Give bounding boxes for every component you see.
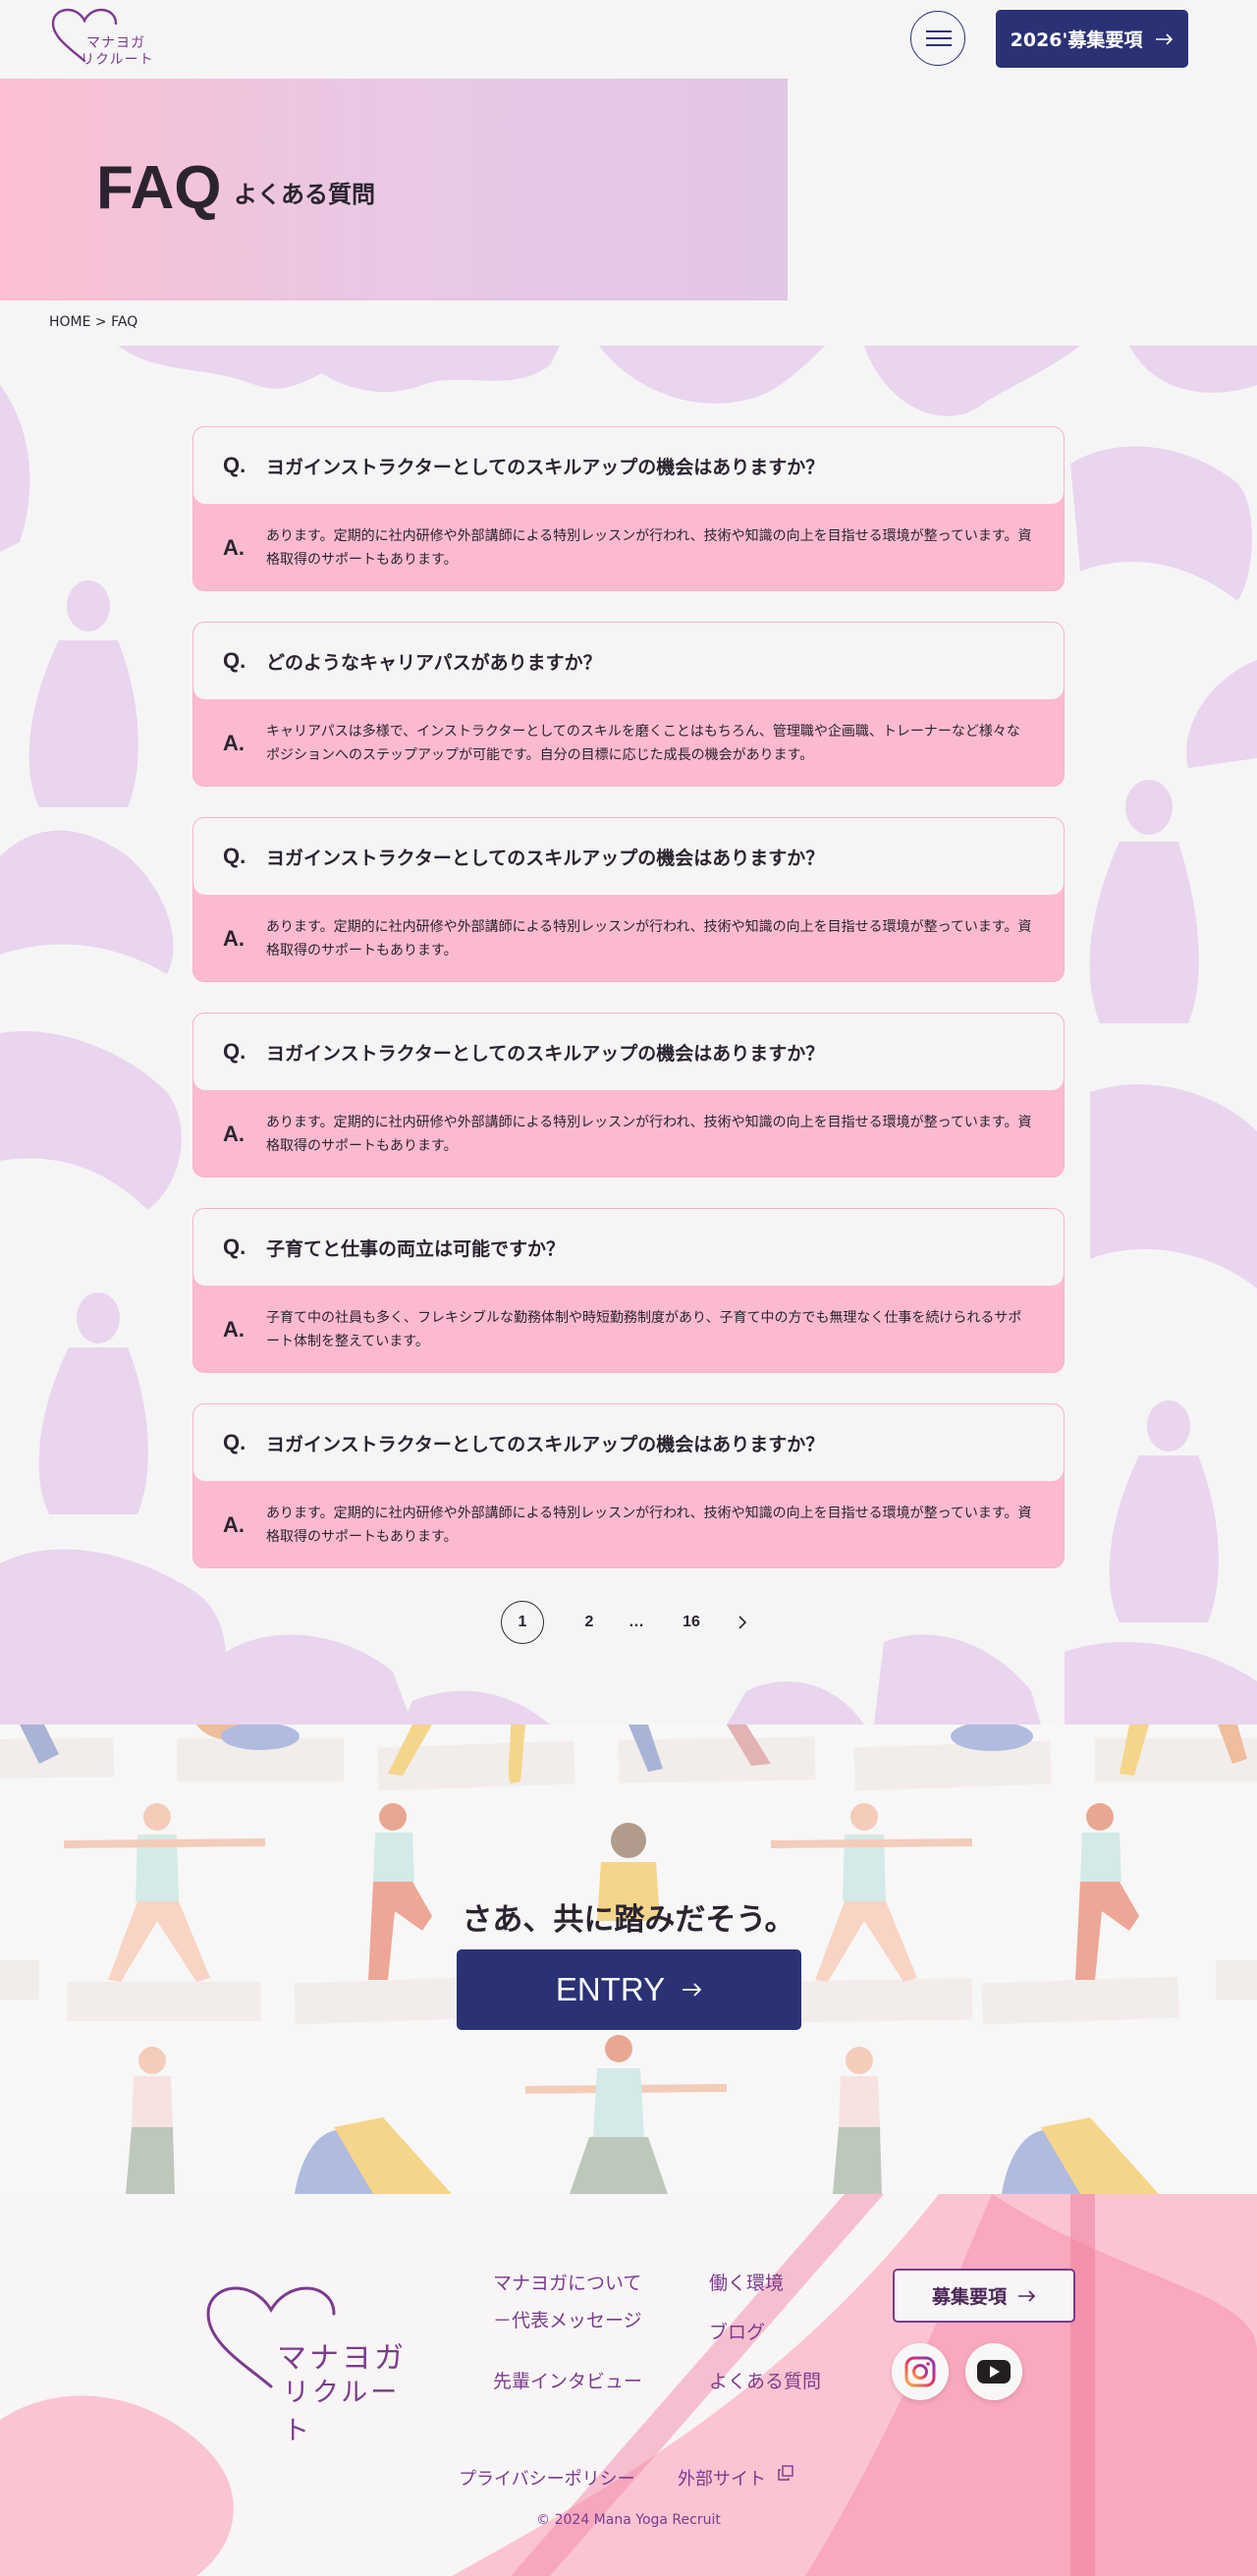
faq-question-text: ヨガインストラクターとしてのスキルアップの機会はありますか？ bbox=[266, 1042, 825, 1065]
faq-question-text: 子育てと仕事の両立は可能ですか？ bbox=[266, 1237, 566, 1260]
footer-link-interview[interactable]: 先輩インタビュー bbox=[493, 2367, 642, 2393]
entry-section: さあ、共に踏みだそう。 ENTRY bbox=[0, 1725, 1257, 2194]
footer-logo-line2: リクルート bbox=[283, 2378, 401, 2446]
logo-text: マナヨガ リクルート bbox=[81, 35, 154, 69]
footer-link-about[interactable]: マナヨガについて bbox=[493, 2269, 641, 2295]
faq-item: Q. ヨガインストラクターとしてのスキルアップの機会はありますか？ A. ありま… bbox=[192, 1013, 1065, 1178]
logo-text-line2: リクルート bbox=[81, 52, 154, 68]
question-mark-label: Q. bbox=[223, 1039, 246, 1064]
faq-question[interactable]: Q. 子育てと仕事の両立は可能ですか？ bbox=[193, 1209, 1064, 1286]
youtube-link[interactable] bbox=[965, 2343, 1022, 2400]
menu-line-icon bbox=[926, 44, 952, 46]
answer-mark-label: A. bbox=[223, 1317, 245, 1342]
faq-item: Q. ヨガインストラクターとしてのスキルアップの機会はありますか？ A. ありま… bbox=[192, 1403, 1065, 1568]
faq-answer-text: あります。定期的に社内研修や外部講師による特別レッスンが行われ、技術や知識の向上… bbox=[266, 528, 1032, 568]
footer-recruitment-label: 募集要項 bbox=[931, 2286, 1007, 2308]
site-footer: マナヨガ リクルート マナヨガについて －代表メッセージ 先輩インタビュー 働く… bbox=[0, 2194, 1257, 2576]
faq-answer-text: キャリアパスは多様で、インストラクターとしてのスキルを磨くことはもちろん、管理職… bbox=[266, 724, 1020, 763]
page-title: FAQ bbox=[96, 154, 222, 222]
recruitment-guidelines-button[interactable]: 2026'募集要項 bbox=[996, 10, 1188, 68]
faq-answer-text: あります。定期的に社内研修や外部講師による特別レッスンが行われ、技術や知識の向上… bbox=[266, 1506, 1032, 1545]
faq-answer-text: あります。定期的に社内研修や外部講師による特別レッスンが行われ、技術や知識の向上… bbox=[266, 1115, 1032, 1154]
youtube-icon bbox=[977, 2360, 1011, 2384]
faq-question-text: ヨガインストラクターとしてのスキルアップの機会はありますか？ bbox=[266, 456, 825, 478]
question-mark-label: Q. bbox=[223, 844, 246, 868]
arrow-right-icon bbox=[1018, 2289, 1036, 2302]
faq-question-text: ヨガインストラクターとしてのスキルアップの機会はありますか？ bbox=[266, 847, 825, 869]
answer-mark-label: A. bbox=[223, 1122, 245, 1146]
faq-answer-text: あります。定期的に社内研修や外部講師による特別レッスンが行われ、技術や知識の向上… bbox=[266, 919, 1032, 959]
footer-link-environment[interactable]: 働く環境 bbox=[709, 2269, 784, 2295]
page-link-current[interactable]: 1 bbox=[501, 1601, 544, 1644]
instagram-icon bbox=[904, 2356, 936, 2387]
faq-answer-text: 子育て中の社員も多く、フレキシブルな勤務体制や時短勤務制度があり、子育て中の方で… bbox=[266, 1310, 1022, 1349]
footer-link-message[interactable]: －代表メッセージ bbox=[493, 2306, 642, 2332]
faq-question[interactable]: Q. ヨガインストラクターとしてのスキルアップの機会はありますか？ bbox=[193, 427, 1064, 504]
faq-question[interactable]: Q. ヨガインストラクターとしてのスキルアップの機会はありますか？ bbox=[193, 1014, 1064, 1090]
next-page-button[interactable] bbox=[721, 1601, 764, 1644]
footer-recruitment-button[interactable]: 募集要項 bbox=[893, 2269, 1075, 2323]
faq-item: Q. どのようなキャリアパスがありますか？ A. キャリアパスは多様で、インスト… bbox=[192, 622, 1065, 787]
footer-logo[interactable]: マナヨガ リクルート bbox=[202, 2284, 428, 2446]
faq-question-text: どのようなキャリアパスがありますか？ bbox=[266, 651, 602, 674]
logo-text-line1: マナヨガ bbox=[86, 35, 145, 51]
page-link[interactable]: 2 bbox=[568, 1601, 611, 1644]
question-mark-label: Q. bbox=[223, 648, 246, 673]
arrow-right-icon bbox=[1156, 32, 1174, 45]
external-site-label: 外部サイト bbox=[678, 2469, 766, 2490]
answer-mark-label: A. bbox=[223, 926, 245, 951]
copyright: © 2024 Mana Yoga Recruit bbox=[536, 2512, 721, 2528]
faq-item: Q. ヨガインストラクターとしてのスキルアップの機会はありますか？ A. ありま… bbox=[192, 426, 1065, 591]
external-site-link[interactable]: 外部サイト bbox=[678, 2465, 793, 2491]
faq-answer: A. あります。定期的に社内研修や外部講師による特別レッスンが行われ、技術や知識… bbox=[193, 1090, 1064, 1177]
page-hero: FAQ よくある質問 bbox=[0, 79, 788, 301]
answer-mark-label: A. bbox=[223, 535, 245, 560]
question-mark-label: Q. bbox=[223, 1430, 246, 1454]
faq-question[interactable]: Q. ヨガインストラクターとしてのスキルアップの機会はありますか？ bbox=[193, 818, 1064, 895]
recruitment-guidelines-label: 2026'募集要項 bbox=[1010, 29, 1143, 51]
entry-button[interactable]: ENTRY bbox=[457, 1949, 801, 2030]
breadcrumb[interactable]: HOME > FAQ bbox=[49, 314, 137, 330]
arrow-right-icon bbox=[683, 1983, 702, 1997]
entry-headline: さあ、共に踏みだそう。 bbox=[462, 1902, 795, 1938]
faq-question[interactable]: Q. ヨガインストラクターとしてのスキルアップの機会はありますか？ bbox=[193, 1404, 1064, 1481]
faq-answer: A. あります。定期的に社内研修や外部講師による特別レッスンが行われ、技術や知識… bbox=[193, 1481, 1064, 1567]
chevron-right-icon bbox=[738, 1616, 747, 1629]
faq-answer: A. 子育て中の社員も多く、フレキシブルな勤務体制や時短勤務制度があり、子育て中… bbox=[193, 1286, 1064, 1372]
footer-link-blog[interactable]: ブログ bbox=[709, 2318, 765, 2344]
faq-answer: A. あります。定期的に社内研修や外部講師による特別レッスンが行われ、技術や知識… bbox=[193, 895, 1064, 981]
menu-line-icon bbox=[926, 37, 952, 39]
privacy-policy-link[interactable]: プライバシーポリシー bbox=[459, 2465, 635, 2491]
faq-question[interactable]: Q. どのようなキャリアパスがありますか？ bbox=[193, 623, 1064, 699]
footer-link-faq[interactable]: よくある質問 bbox=[709, 2367, 821, 2393]
external-link-icon bbox=[778, 2465, 793, 2481]
instagram-link[interactable] bbox=[892, 2343, 949, 2400]
question-mark-label: Q. bbox=[223, 1234, 246, 1259]
page-link[interactable]: 16 bbox=[670, 1601, 713, 1644]
faq-answer: A. キャリアパスは多様で、インストラクターとしてのスキルを磨くことはもちろん、… bbox=[193, 699, 1064, 786]
faq-question-text: ヨガインストラクターとしてのスキルアップの機会はありますか？ bbox=[266, 1433, 825, 1455]
entry-button-label: ENTRY bbox=[555, 1971, 666, 2007]
menu-line-icon bbox=[926, 30, 952, 32]
page-subtitle: よくある質問 bbox=[234, 181, 375, 208]
site-logo[interactable]: マナヨガ リクルート bbox=[49, 8, 167, 71]
page-ellipsis: … bbox=[628, 1614, 644, 1630]
faq-answer: A. あります。定期的に社内研修や外部講師による特別レッスンが行われ、技術や知識… bbox=[193, 504, 1064, 590]
site-header: マナヨガ リクルート 2026'募集要項 bbox=[0, 0, 1257, 79]
hamburger-menu-button[interactable] bbox=[910, 11, 965, 66]
faq-item: Q. ヨガインストラクターとしてのスキルアップの機会はありますか？ A. ありま… bbox=[192, 817, 1065, 982]
answer-mark-label: A. bbox=[223, 731, 245, 755]
pagination: 1 2 … 16 bbox=[501, 1601, 764, 1644]
question-mark-label: Q. bbox=[223, 453, 246, 477]
answer-mark-label: A. bbox=[223, 1512, 245, 1537]
faq-item: Q. 子育てと仕事の両立は可能ですか？ A. 子育て中の社員も多く、フレキシブル… bbox=[192, 1208, 1065, 1373]
